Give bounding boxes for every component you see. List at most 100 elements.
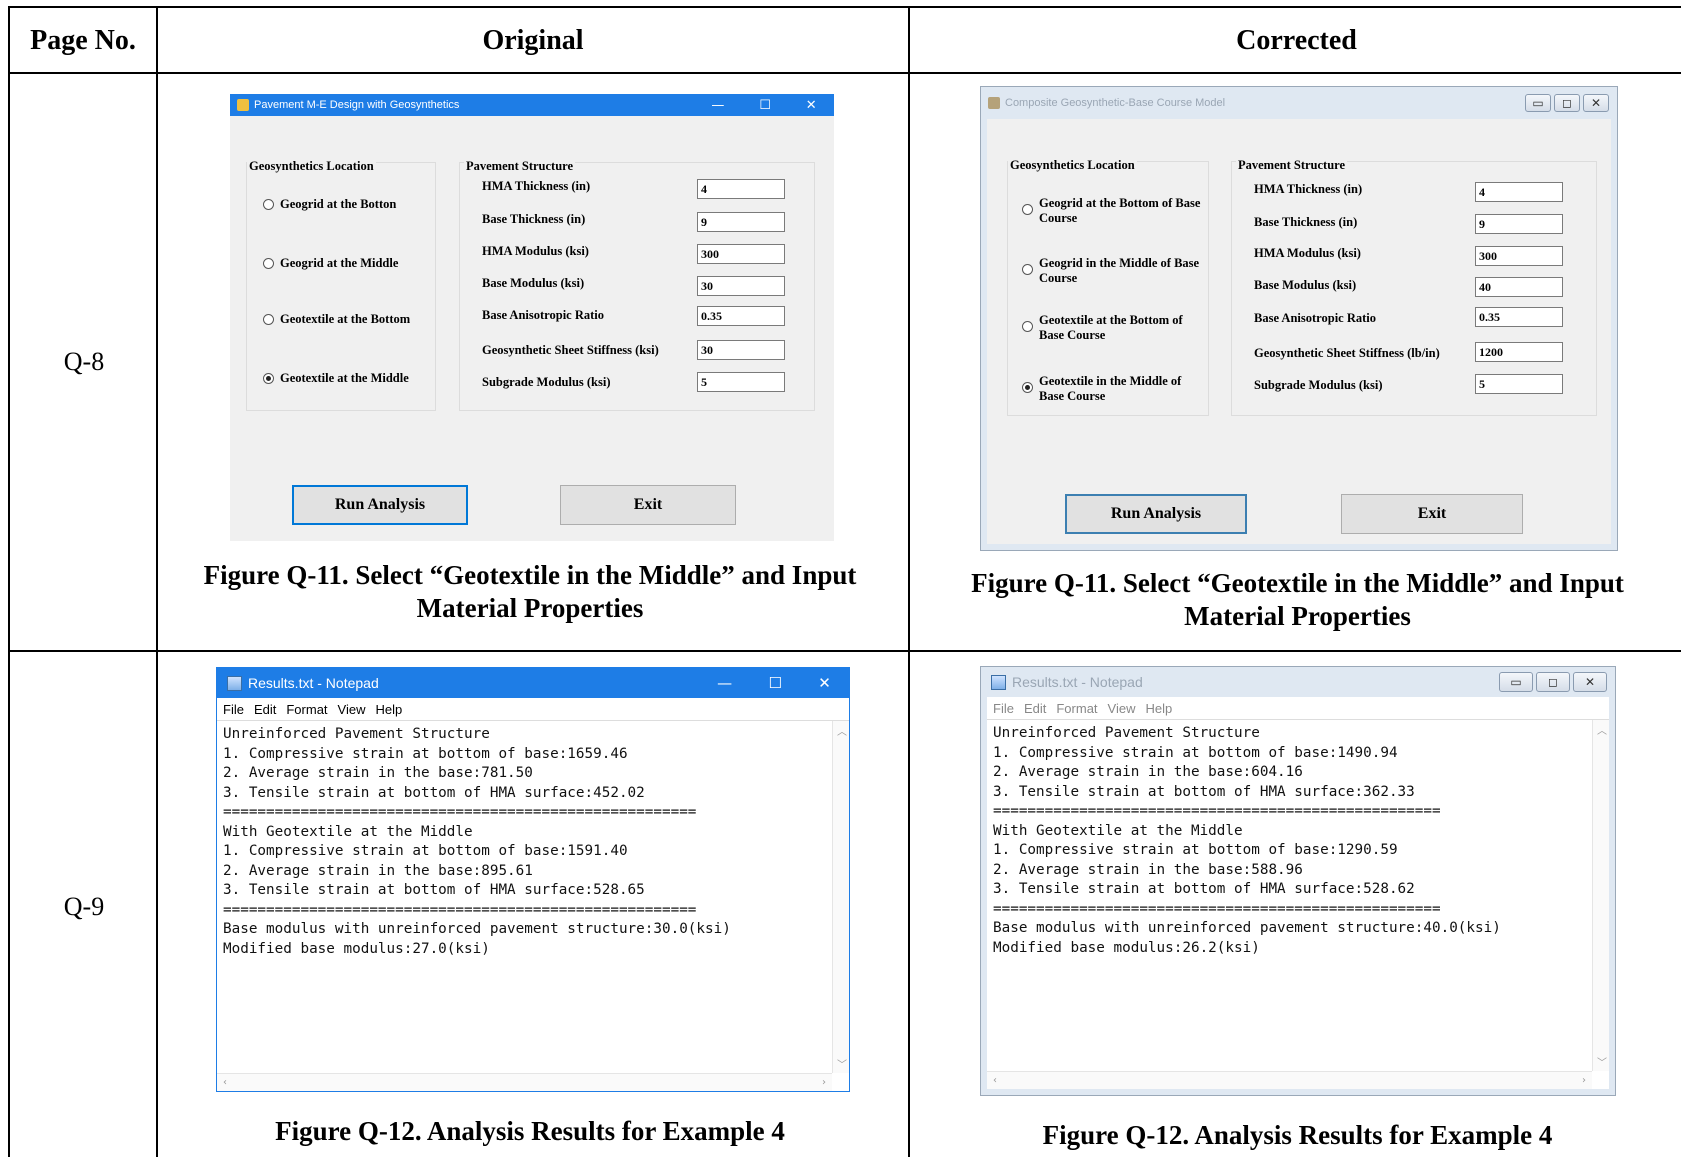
radio-button[interactable] [1022,264,1033,275]
menu-edit[interactable]: Edit [1024,701,1046,716]
row-divider [10,650,1681,652]
radio-option-selected[interactable]: Geotextile at the Middle [263,371,409,386]
menu-help[interactable]: Help [375,702,402,717]
close-icon[interactable]: ✕ [1583,94,1609,112]
horizontal-scrollbar[interactable]: ‹ › [987,1071,1592,1089]
field-input[interactable]: 0.35 [1475,307,1563,327]
radio-button[interactable] [263,258,274,269]
dialog-titlebar[interactable]: Composite Geosynthetic-Base Course Model… [981,87,1617,119]
results-text[interactable]: Unreinforced Pavement Structure 1. Compr… [223,725,731,959]
field-input[interactable]: 1200 [1475,342,1563,362]
field-input[interactable]: 4 [697,179,785,199]
close-icon[interactable]: ✕ [818,674,831,692]
scroll-down-icon[interactable]: ﹀ [1597,1054,1607,1069]
original-dialog-window: Pavement M-E Design with Geosynthetics —… [230,94,834,541]
menu-help[interactable]: Help [1145,701,1172,716]
window-controls: ▭ ◻ ✕ [1509,87,1609,119]
field-input[interactable]: 9 [1475,214,1563,234]
field-label: Geosynthetic Sheet Stiffness (lb/in) [1254,346,1440,360]
radio-label: Geogrid at the Bottom of Base Course [1039,196,1201,225]
menu-file[interactable]: File [993,701,1014,716]
column-divider-2 [908,8,910,1157]
exit-button[interactable]: Exit [1341,494,1523,534]
scroll-up-icon[interactable]: ︿ [837,723,847,738]
radio-button[interactable] [263,199,274,210]
field-input[interactable]: 30 [697,276,785,296]
radio-option[interactable]: Geogrid in the Middle of Base Course [1022,256,1202,286]
radio-option[interactable]: Geotextile at the Bottom of Base Course [1022,313,1202,343]
dialog-client-area: Geosynthetics Location Geogrid at the Bo… [230,116,834,541]
menu-view[interactable]: View [338,702,366,717]
notepad-titlebar[interactable]: Results.txt - Notepad ▭ ◻ ✕ [981,667,1615,697]
minimize-icon[interactable]: ▭ [1499,672,1533,692]
exit-button[interactable]: Exit [560,485,736,525]
radio-option[interactable]: Geogrid at the Bottom of Base Course [1022,196,1202,226]
field-label: Subgrade Modulus (ksi) [1254,378,1383,392]
app-icon [988,97,1000,109]
maximize-icon[interactable]: ☐ [759,98,771,113]
vertical-scrollbar[interactable]: ︿ ﹀ [832,721,849,1073]
horizontal-scrollbar[interactable]: ‹ › [217,1073,832,1091]
maximize-icon[interactable]: ◻ [1536,672,1570,692]
menu-view[interactable]: View [1108,701,1136,716]
window-controls: — ☐ ✕ [699,668,849,698]
minimize-icon[interactable]: ▭ [1525,94,1551,112]
radio-option[interactable]: Geogrid at the Botton [263,197,396,212]
scroll-right-icon[interactable]: › [1582,1075,1586,1086]
menu-edit[interactable]: Edit [254,702,276,717]
close-icon[interactable]: ✕ [1573,672,1607,692]
menu-file[interactable]: File [223,702,244,717]
maximize-icon[interactable]: ☐ [768,674,781,692]
scroll-left-icon[interactable]: ‹ [223,1077,227,1088]
scroll-right-icon[interactable]: › [822,1077,826,1088]
structure-group: Pavement Structure HMA Thickness (in) 4 … [1231,158,1597,416]
maximize-icon[interactable]: ◻ [1554,94,1580,112]
structure-group-title: Pavement Structure [464,159,576,174]
minimize-icon[interactable]: — [717,674,732,692]
row-page-no: Q-8 [63,347,105,376]
field-input[interactable]: 40 [1475,277,1563,297]
field-input[interactable]: 9 [697,212,785,232]
scroll-left-icon[interactable]: ‹ [993,1075,997,1086]
field-input[interactable]: 300 [1475,246,1563,266]
menu-format[interactable]: Format [286,702,327,717]
radio-button[interactable] [1022,321,1033,332]
radio-option-selected[interactable]: Geotextile in the Middle of Base Course [1022,374,1202,404]
radio-label: Geogrid at the Botton [280,197,397,211]
field-input[interactable]: 0.35 [697,306,785,326]
run-analysis-button[interactable]: Run Analysis [1065,494,1247,534]
menu-format[interactable]: Format [1056,701,1097,716]
field-input[interactable]: 5 [1475,374,1563,394]
notepad-text-area[interactable]: Unreinforced Pavement Structure 1. Compr… [987,719,1609,1089]
field-label: Base Modulus (ksi) [1254,278,1357,292]
run-analysis-button[interactable]: Run Analysis [292,485,468,525]
radio-option[interactable]: Geogrid at the Middle [263,256,398,271]
close-icon[interactable]: ✕ [806,98,817,113]
field-input[interactable]: 5 [697,372,785,392]
row-page-no: Q-9 [63,892,105,921]
radio-option[interactable]: Geotextile at the Bottom [263,312,410,327]
minimize-icon[interactable]: — [711,98,724,113]
radio-button[interactable] [263,314,274,325]
dialog-titlebar[interactable]: Pavement M-E Design with Geosynthetics —… [230,94,834,116]
menu-bar: File Edit Format View Help [987,697,1609,719]
field-label: HMA Modulus (ksi) [482,244,589,258]
radio-button-selected[interactable] [1022,382,1033,393]
notepad-titlebar[interactable]: Results.txt - Notepad — ☐ ✕ [217,668,849,698]
radio-label: Geotextile at the Bottom [280,312,411,326]
results-text[interactable]: Unreinforced Pavement Structure 1. Compr… [993,724,1501,958]
scroll-down-icon[interactable]: ﹀ [837,1056,847,1071]
radio-label: Geogrid in the Middle of Base Course [1039,256,1200,285]
scroll-up-icon[interactable]: ︿ [1597,722,1607,737]
notepad-text-area[interactable]: Unreinforced Pavement Structure 1. Compr… [217,720,849,1091]
notepad-icon [227,675,242,691]
field-input[interactable]: 4 [1475,182,1563,202]
radio-label: Geotextile at the Bottom of Base Course [1039,313,1183,342]
radio-label: Geotextile in the Middle of Base Course [1039,374,1182,403]
vertical-scrollbar[interactable]: ︿ ﹀ [1592,720,1609,1071]
notepad-title: Results.txt - Notepad [1012,674,1143,690]
field-input[interactable]: 300 [697,244,785,264]
radio-button[interactable] [1022,204,1033,215]
radio-button-selected[interactable] [263,373,274,384]
field-input[interactable]: 30 [697,340,785,360]
